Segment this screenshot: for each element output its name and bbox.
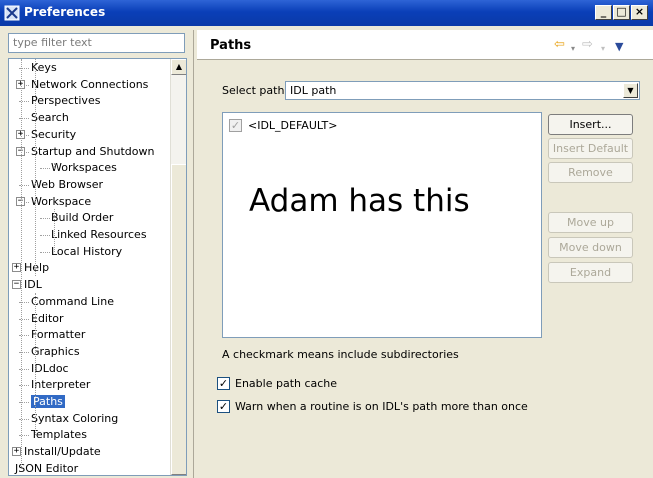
tree-item-label: Workspaces [51,161,117,175]
tree-item[interactable]: Graphics [19,344,80,360]
move-up-button[interactable]: Move up [548,212,633,233]
tree-item[interactable]: Workspaces [40,160,117,176]
enable-path-cache-label: Enable path cache [235,377,338,390]
title-bar: Preferences _ □ × [0,0,653,26]
panel-divider[interactable] [193,30,194,478]
tree-item-label: Build Order [51,211,114,225]
close-button[interactable]: × [631,5,648,20]
scroll-up-arrow-icon[interactable]: ▲ [171,59,186,75]
tree-item[interactable]: + Help [12,260,50,276]
tree-item[interactable]: Command Line [19,294,114,310]
tree-item-label: Command Line [31,294,114,308]
tree-item[interactable]: − Startup and Shutdown [16,144,155,160]
tree-item[interactable]: + Network Connections [16,77,149,93]
tree-connector [40,235,50,236]
preference-tree: Keys + Network Connections Perspectives Sear… [8,58,187,476]
dropdown-arrow-icon[interactable]: ▼ [623,83,638,98]
tree-guide-line [35,292,36,436]
eclipse-app-icon [4,5,20,21]
tree-item[interactable]: − Workspace [16,194,92,210]
tree-item-label: JSON Editor [15,461,79,475]
preferences-window: Preferences _ □ × type filter text Keys +… [0,0,653,478]
path-item-label: <IDL_DEFAULT> [248,119,338,132]
tree-connector [40,251,50,253]
move-down-button[interactable]: Move down [548,237,633,258]
insert-button[interactable]: Insert... [548,114,633,135]
tree-connector [8,268,9,269]
tree-item[interactable]: Perspectives [19,93,101,109]
page-header: Paths ⇦ ▾ ⇨ ▾ ▼ [197,30,653,60]
overlay-annotation: Adam has this [249,183,470,219]
tree-connector [40,168,50,170]
warn-routine-label: Warn when a routine is on IDL's path mor… [235,400,528,413]
tree-item-label: Web Browser [31,177,104,191]
warn-routine-checkbox[interactable]: ✓ [217,400,230,413]
tree-item[interactable]: Templates [19,427,87,443]
tree-guide-line [54,209,55,252]
tree-item[interactable]: + Security [16,127,77,143]
tree-item[interactable]: Interpreter [19,377,91,393]
tree-item-label: Perspectives [31,94,101,108]
tree-connector [8,452,9,453]
tree-item-label: Graphics [31,344,80,358]
select-path-label: Select path [222,84,285,97]
tree-item[interactable]: Syntax Coloring [19,411,119,427]
tree-item[interactable]: Build Order [40,210,114,226]
tree-item[interactable]: Formatter [19,327,86,343]
back-dropdown-icon[interactable]: ▾ [571,42,575,56]
minimize-button[interactable]: _ [595,5,612,20]
enable-path-cache-checkbox[interactable]: ✓ [217,377,230,390]
tree-guide-line [21,59,22,469]
tree-item-label: Templates [31,428,87,442]
tree-item-label: Install/Update [24,445,101,459]
expand-icon[interactable]: + [12,263,21,273]
tree-guide-line [35,59,36,277]
tree-item-label: Paths [31,395,65,408]
tree-item[interactable]: + Install/Update [12,444,101,460]
info-text: A checkmark means include subdirectories [222,348,459,361]
view-menu-icon[interactable]: ▼ [615,40,623,54]
tree-connector [8,469,9,470]
tree-item-label: IDLdoc [31,361,69,375]
maximize-button[interactable]: □ [613,5,630,20]
back-arrow-icon[interactable]: ⇦ [554,38,565,52]
window-title: Preferences [24,5,106,19]
tree-item[interactable]: Keys [19,60,57,76]
remove-button[interactable]: Remove [548,162,633,183]
tree-item-label: IDL [24,278,42,292]
insert-default-button[interactable]: Insert Default [548,138,633,159]
tree-item-label: Help [24,261,50,275]
path-list[interactable]: ✓ <IDL_DEFAULT> Adam has this [222,112,542,338]
filter-input[interactable]: type filter text [8,33,185,53]
expand-button[interactable]: Expand [548,262,633,283]
tree-item-label: Security [31,127,77,141]
tree-item-label: Startup and Shutdown [31,144,155,158]
forward-dropdown-icon[interactable]: ▾ [601,42,605,56]
path-select[interactable]: IDL path ▼ [285,81,640,100]
page-title: Paths [210,38,252,53]
scroll-thumb[interactable] [171,164,186,475]
tree-item-label: Syntax Coloring [31,411,119,425]
forward-arrow-icon[interactable]: ⇨ [582,38,593,52]
tree-item-label: Network Connections [31,77,149,91]
tree-guide-line [54,163,55,170]
tree-item-label: Interpreter [31,378,91,392]
tree-item-label: Local History [51,244,123,258]
tree-item-label: Search [31,111,69,125]
path-select-value: IDL path [290,84,337,97]
tree-item[interactable]: Web Browser [19,177,104,193]
collapse-icon[interactable]: − [12,280,21,290]
checkbox-icon[interactable]: ✓ [229,119,242,132]
tree-item-label: Workspace [31,194,92,208]
tree-connector [8,285,9,286]
expand-icon[interactable]: + [12,447,21,457]
tree-connector [40,218,50,220]
tree-item[interactable]: − IDL [12,277,42,293]
tree-item[interactable]: Linked Resources [40,227,147,243]
tree-item-label: Linked Resources [51,228,147,241]
tree-item[interactable]: JSON Editor [13,461,79,475]
tree-item[interactable]: Local History [40,244,123,260]
tree-item-label: Formatter [31,328,86,342]
tree-scrollbar[interactable]: ▲ [170,59,186,475]
